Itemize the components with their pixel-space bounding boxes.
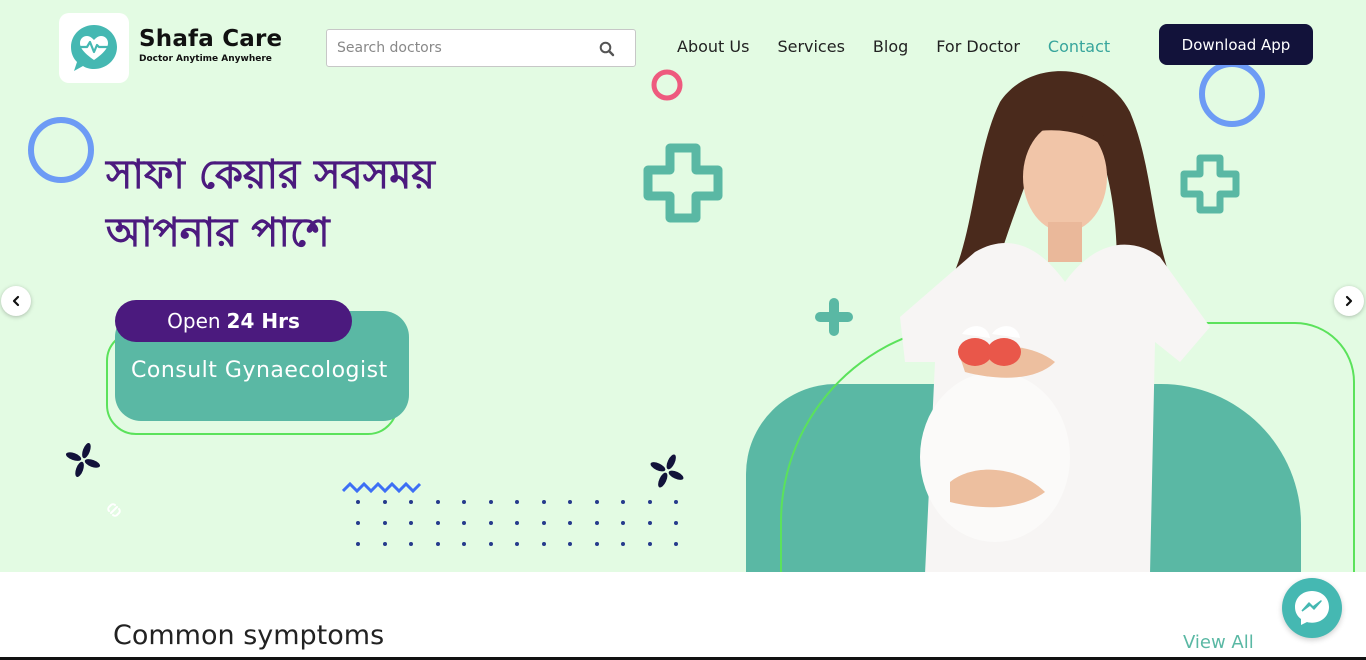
chevron-right-icon	[1345, 295, 1353, 307]
hero-headline: সাফা কেয়ার সবসময় আপনার পাশে	[106, 146, 526, 262]
navy-sparkle-decoration-right	[650, 454, 684, 488]
open-hours: 24 Hrs	[226, 309, 300, 333]
chevron-left-icon	[12, 295, 20, 307]
zigzag-decoration	[342, 481, 422, 494]
search-input[interactable]	[327, 30, 587, 66]
blue-ring-decoration	[28, 117, 94, 183]
nav-for-doctor[interactable]: For Doctor	[936, 37, 1020, 56]
link-icon	[107, 503, 121, 517]
messenger-chat-button[interactable]	[1282, 578, 1342, 638]
hero-headline-line1: সাফা কেয়ার সবসময়	[106, 152, 435, 198]
logo[interactable]	[59, 13, 129, 83]
brand-text[interactable]: Shafa Care Doctor Anytime Anywhere	[139, 26, 282, 64]
navy-sparkle-decoration	[66, 443, 100, 477]
carousel-next-button[interactable]	[1334, 286, 1364, 316]
open-prefix: Open	[167, 309, 221, 333]
heart-pulse-chat-icon	[71, 25, 117, 71]
teal-plus-decoration	[815, 298, 853, 336]
common-symptoms-title: Common symptoms	[113, 620, 385, 651]
search-icon[interactable]	[599, 41, 615, 57]
nav-contact[interactable]: Contact	[1048, 37, 1110, 56]
hero-headline-line2: আপনার পাশে	[106, 210, 330, 256]
pink-ring-decoration	[651, 69, 683, 101]
download-app-button[interactable]: Download App	[1159, 24, 1313, 65]
messenger-icon	[1295, 591, 1329, 625]
nav-about-us[interactable]: About Us	[677, 37, 749, 56]
open-24hrs-badge: Open 24 Hrs	[115, 300, 352, 342]
search-bar	[326, 29, 636, 67]
teal-plus-outline-decoration	[643, 143, 723, 223]
brand-name: Shafa Care	[139, 26, 283, 52]
hero-banner: সাফা কেয়ার সবসময় আপনার পাশে Consult Gy…	[0, 0, 1366, 572]
nav-services[interactable]: Services	[777, 37, 844, 56]
carousel-prev-button[interactable]	[1, 286, 31, 316]
nav-blog[interactable]: Blog	[873, 37, 908, 56]
pregnant-woman-illustration	[900, 71, 1210, 572]
consult-gynaecologist-label[interactable]: Consult Gynaecologist	[131, 358, 388, 383]
view-all-link[interactable]: View All	[1183, 632, 1254, 653]
main-nav: About Us Services Blog For Doctor Contac…	[677, 37, 1110, 56]
dot-grid-decoration	[356, 500, 701, 546]
brand-tagline: Doctor Anytime Anywhere	[139, 54, 272, 64]
